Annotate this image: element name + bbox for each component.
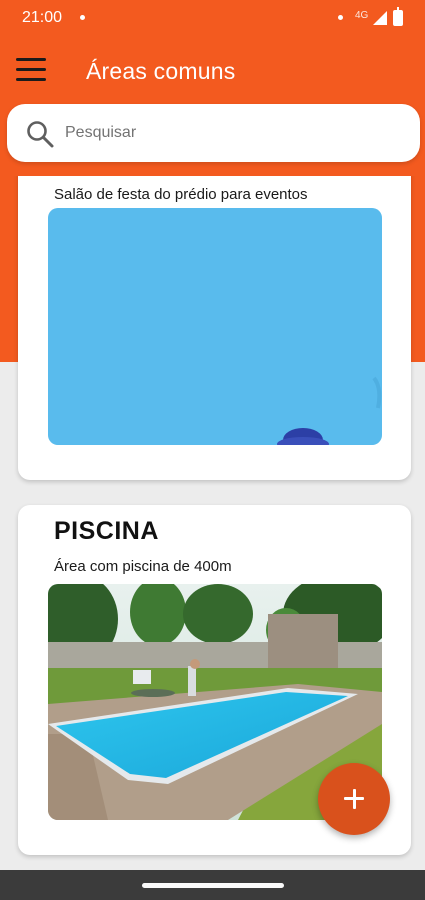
notification-dot-icon <box>80 15 85 20</box>
notification-dot-icon <box>338 15 343 20</box>
menu-icon[interactable] <box>16 58 46 82</box>
search-icon <box>27 121 54 148</box>
plus-icon <box>352 789 356 809</box>
system-navigation-bar <box>0 870 425 900</box>
status-bar: 21:00 4G <box>0 0 425 36</box>
signal-icon <box>373 11 387 25</box>
area-image <box>48 208 382 445</box>
app-bar: Áreas comuns <box>0 36 425 104</box>
search-input[interactable] <box>65 118 395 148</box>
area-description: Área com piscina de 400m <box>54 558 232 575</box>
search-bar[interactable] <box>7 104 420 162</box>
add-area-button[interactable] <box>318 763 390 835</box>
battery-icon <box>393 7 403 26</box>
area-title: PISCINA <box>54 517 159 545</box>
network-type: 4G <box>355 10 369 21</box>
area-card[interactable]: Salão de festa do prédio para eventos <box>18 176 411 480</box>
page-title: Áreas comuns <box>86 58 236 84</box>
status-time: 21:00 <box>22 9 63 26</box>
area-description: Salão de festa do prédio para eventos <box>54 186 308 203</box>
home-gesture-handle[interactable] <box>142 883 284 888</box>
